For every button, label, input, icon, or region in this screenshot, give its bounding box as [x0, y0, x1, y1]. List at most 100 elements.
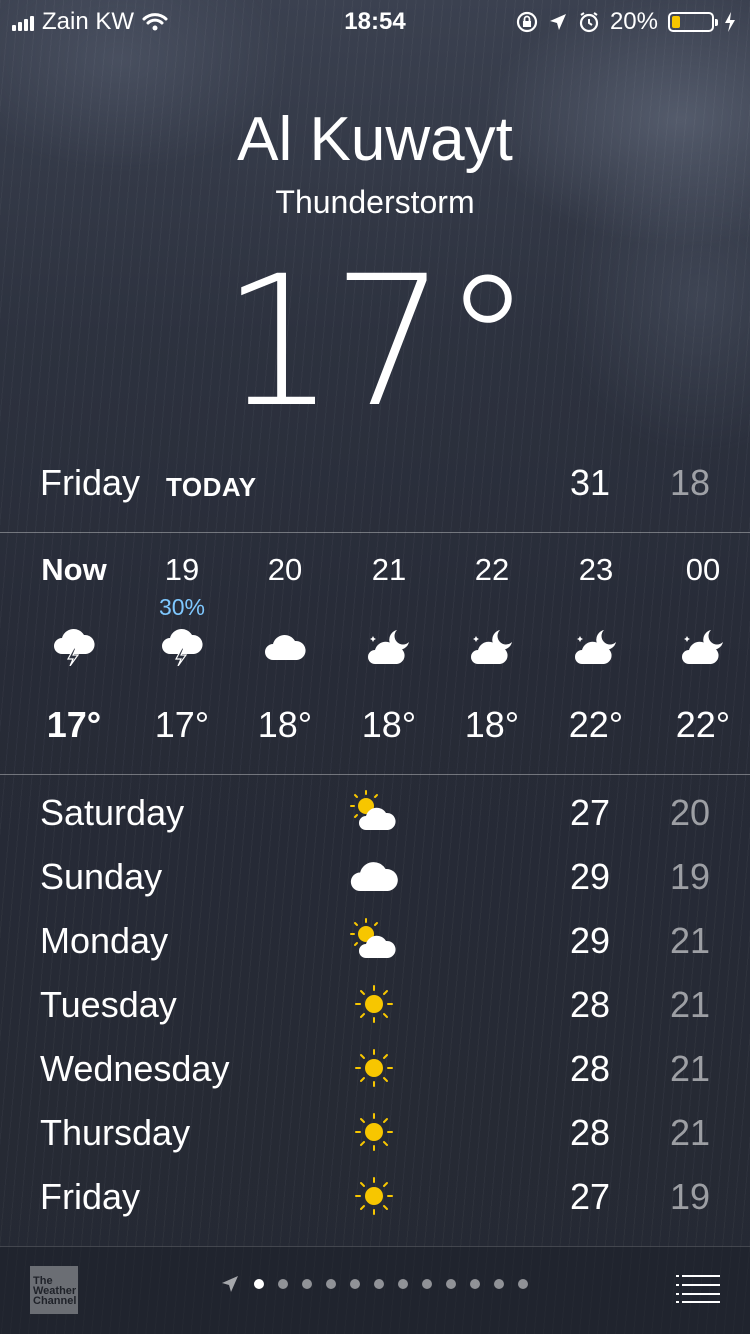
hourly-time: 22 [474, 552, 510, 587]
hourly-temp: 22° [568, 704, 624, 745]
today-row: Friday TODAY 31 18 [40, 462, 710, 510]
daily-row: Friday 27 19 [40, 1170, 710, 1234]
page-dot[interactable] [494, 1279, 504, 1289]
daily-high: 28 [569, 1112, 610, 1153]
hourly-item: 22 18° [440, 534, 544, 774]
page-dot[interactable] [470, 1279, 480, 1289]
partly-sunny-icon [348, 918, 400, 962]
weather-channel-logo[interactable]: The Weather Channel [30, 1266, 78, 1314]
hourly-item: Now 17° [22, 534, 126, 774]
location-arrow-icon [549, 14, 566, 30]
today-day: Friday [40, 462, 141, 503]
alarm-icon [579, 12, 599, 33]
status-bar: Zain KW 18:54 20% [0, 0, 750, 40]
divider [0, 774, 750, 775]
hourly-time: 20 [267, 552, 303, 587]
page-dot[interactable] [446, 1279, 456, 1289]
footer-toolbar: The Weather Channel [0, 1246, 750, 1334]
page-dot[interactable] [518, 1279, 528, 1289]
city-list-icon[interactable] [676, 1274, 720, 1304]
daily-row: Sunday 29 19 [40, 850, 710, 914]
daily-row: Wednesday 28 21 [40, 1042, 710, 1106]
daily-day: Sunday [40, 856, 163, 897]
page-dot[interactable] [398, 1279, 408, 1289]
daily-day: Friday [40, 1176, 141, 1217]
sun-icon [348, 1110, 400, 1154]
thunderstorm-icon [52, 628, 96, 667]
daily-low: 19 [669, 1176, 710, 1217]
current-temperature: 17° [221, 238, 532, 447]
current-condition: Thunderstorm [275, 184, 475, 220]
daily-high: 29 [569, 920, 610, 961]
partly-cloudy-night-icon [574, 628, 618, 666]
daily-high: 29 [569, 856, 610, 897]
daily-row: Monday 29 21 [40, 914, 710, 978]
hourly-item: 20 18° [233, 534, 337, 774]
rotation-lock-icon [516, 11, 538, 33]
cloud-icon [263, 628, 307, 666]
page-dot[interactable] [278, 1279, 288, 1289]
partly-cloudy-night-icon [681, 628, 725, 666]
daily-high: 28 [569, 1048, 610, 1089]
daily-day: Monday [40, 920, 169, 961]
hourly-item: 00 22° [651, 534, 750, 774]
sun-icon [348, 1046, 400, 1090]
hourly-precip-chance: 30% [158, 594, 206, 620]
hourly-temp: 22° [675, 704, 731, 745]
daily-day: Thursday [40, 1112, 191, 1153]
hourly-item: 21 18° [337, 534, 441, 774]
hourly-forecast[interactable]: Now 17° 19 30% 17° 20 18° 21 18° 22 18° 23 22° 00 22° [0, 534, 750, 774]
charging-bolt-icon [725, 12, 735, 32]
daily-forecast[interactable]: Saturday 27 20 Sunday 29 19 Monday 29 21 Tuesday 2… [40, 786, 710, 1234]
page-dot[interactable] [422, 1279, 432, 1289]
hourly-item: 23 22° [544, 534, 648, 774]
hourly-temp: 17° [154, 704, 210, 745]
today-tag: TODAY [166, 472, 257, 502]
hourly-temp: 18° [361, 704, 417, 745]
daily-row: Thursday 28 21 [40, 1106, 710, 1170]
battery-icon [668, 12, 718, 32]
daily-high: 28 [569, 984, 610, 1025]
daily-day: Saturday [40, 792, 185, 833]
daily-low: 20 [669, 792, 710, 833]
hourly-time: 00 [685, 552, 721, 587]
cloud-icon [348, 854, 400, 898]
sun-icon [348, 982, 400, 1026]
hourly-time: 23 [578, 552, 614, 587]
divider [0, 532, 750, 533]
daily-low: 21 [669, 920, 710, 961]
hourly-item: 19 30% 17° [130, 534, 234, 774]
page-dot[interactable] [326, 1279, 336, 1289]
page-dot[interactable] [254, 1279, 264, 1289]
battery-level [672, 16, 680, 28]
partly-cloudy-night-icon [367, 628, 411, 666]
hourly-temp: 18° [257, 704, 313, 745]
daily-high: 27 [569, 1176, 610, 1217]
daily-day: Tuesday [40, 984, 177, 1025]
daily-low: 21 [669, 1048, 710, 1089]
page-dot[interactable] [374, 1279, 384, 1289]
hourly-time: Now [41, 552, 107, 587]
sun-icon [348, 1174, 400, 1218]
partly-cloudy-night-icon [470, 628, 514, 666]
daily-low: 21 [669, 1112, 710, 1153]
thunderstorm-icon [160, 628, 204, 667]
hourly-time: 21 [371, 552, 407, 587]
battery-percent: 20% [609, 8, 658, 35]
daily-high: 27 [569, 792, 610, 833]
page-dot[interactable] [350, 1279, 360, 1289]
location-arrow-icon [222, 1276, 238, 1292]
page-dot[interactable] [302, 1279, 312, 1289]
city-name: Al Kuwayt [237, 105, 513, 174]
hourly-temp: 17° [46, 704, 102, 745]
hourly-time: 19 [164, 552, 200, 587]
daily-row: Saturday 27 20 [40, 786, 710, 850]
page-indicator[interactable] [220, 1274, 528, 1294]
today-low: 18 [669, 462, 710, 503]
today-high: 31 [569, 462, 610, 503]
daily-low: 19 [669, 856, 710, 897]
partly-sunny-icon [348, 790, 400, 834]
daily-day: Wednesday [40, 1048, 230, 1089]
daily-row: Tuesday 28 21 [40, 978, 710, 1042]
daily-low: 21 [669, 984, 710, 1025]
